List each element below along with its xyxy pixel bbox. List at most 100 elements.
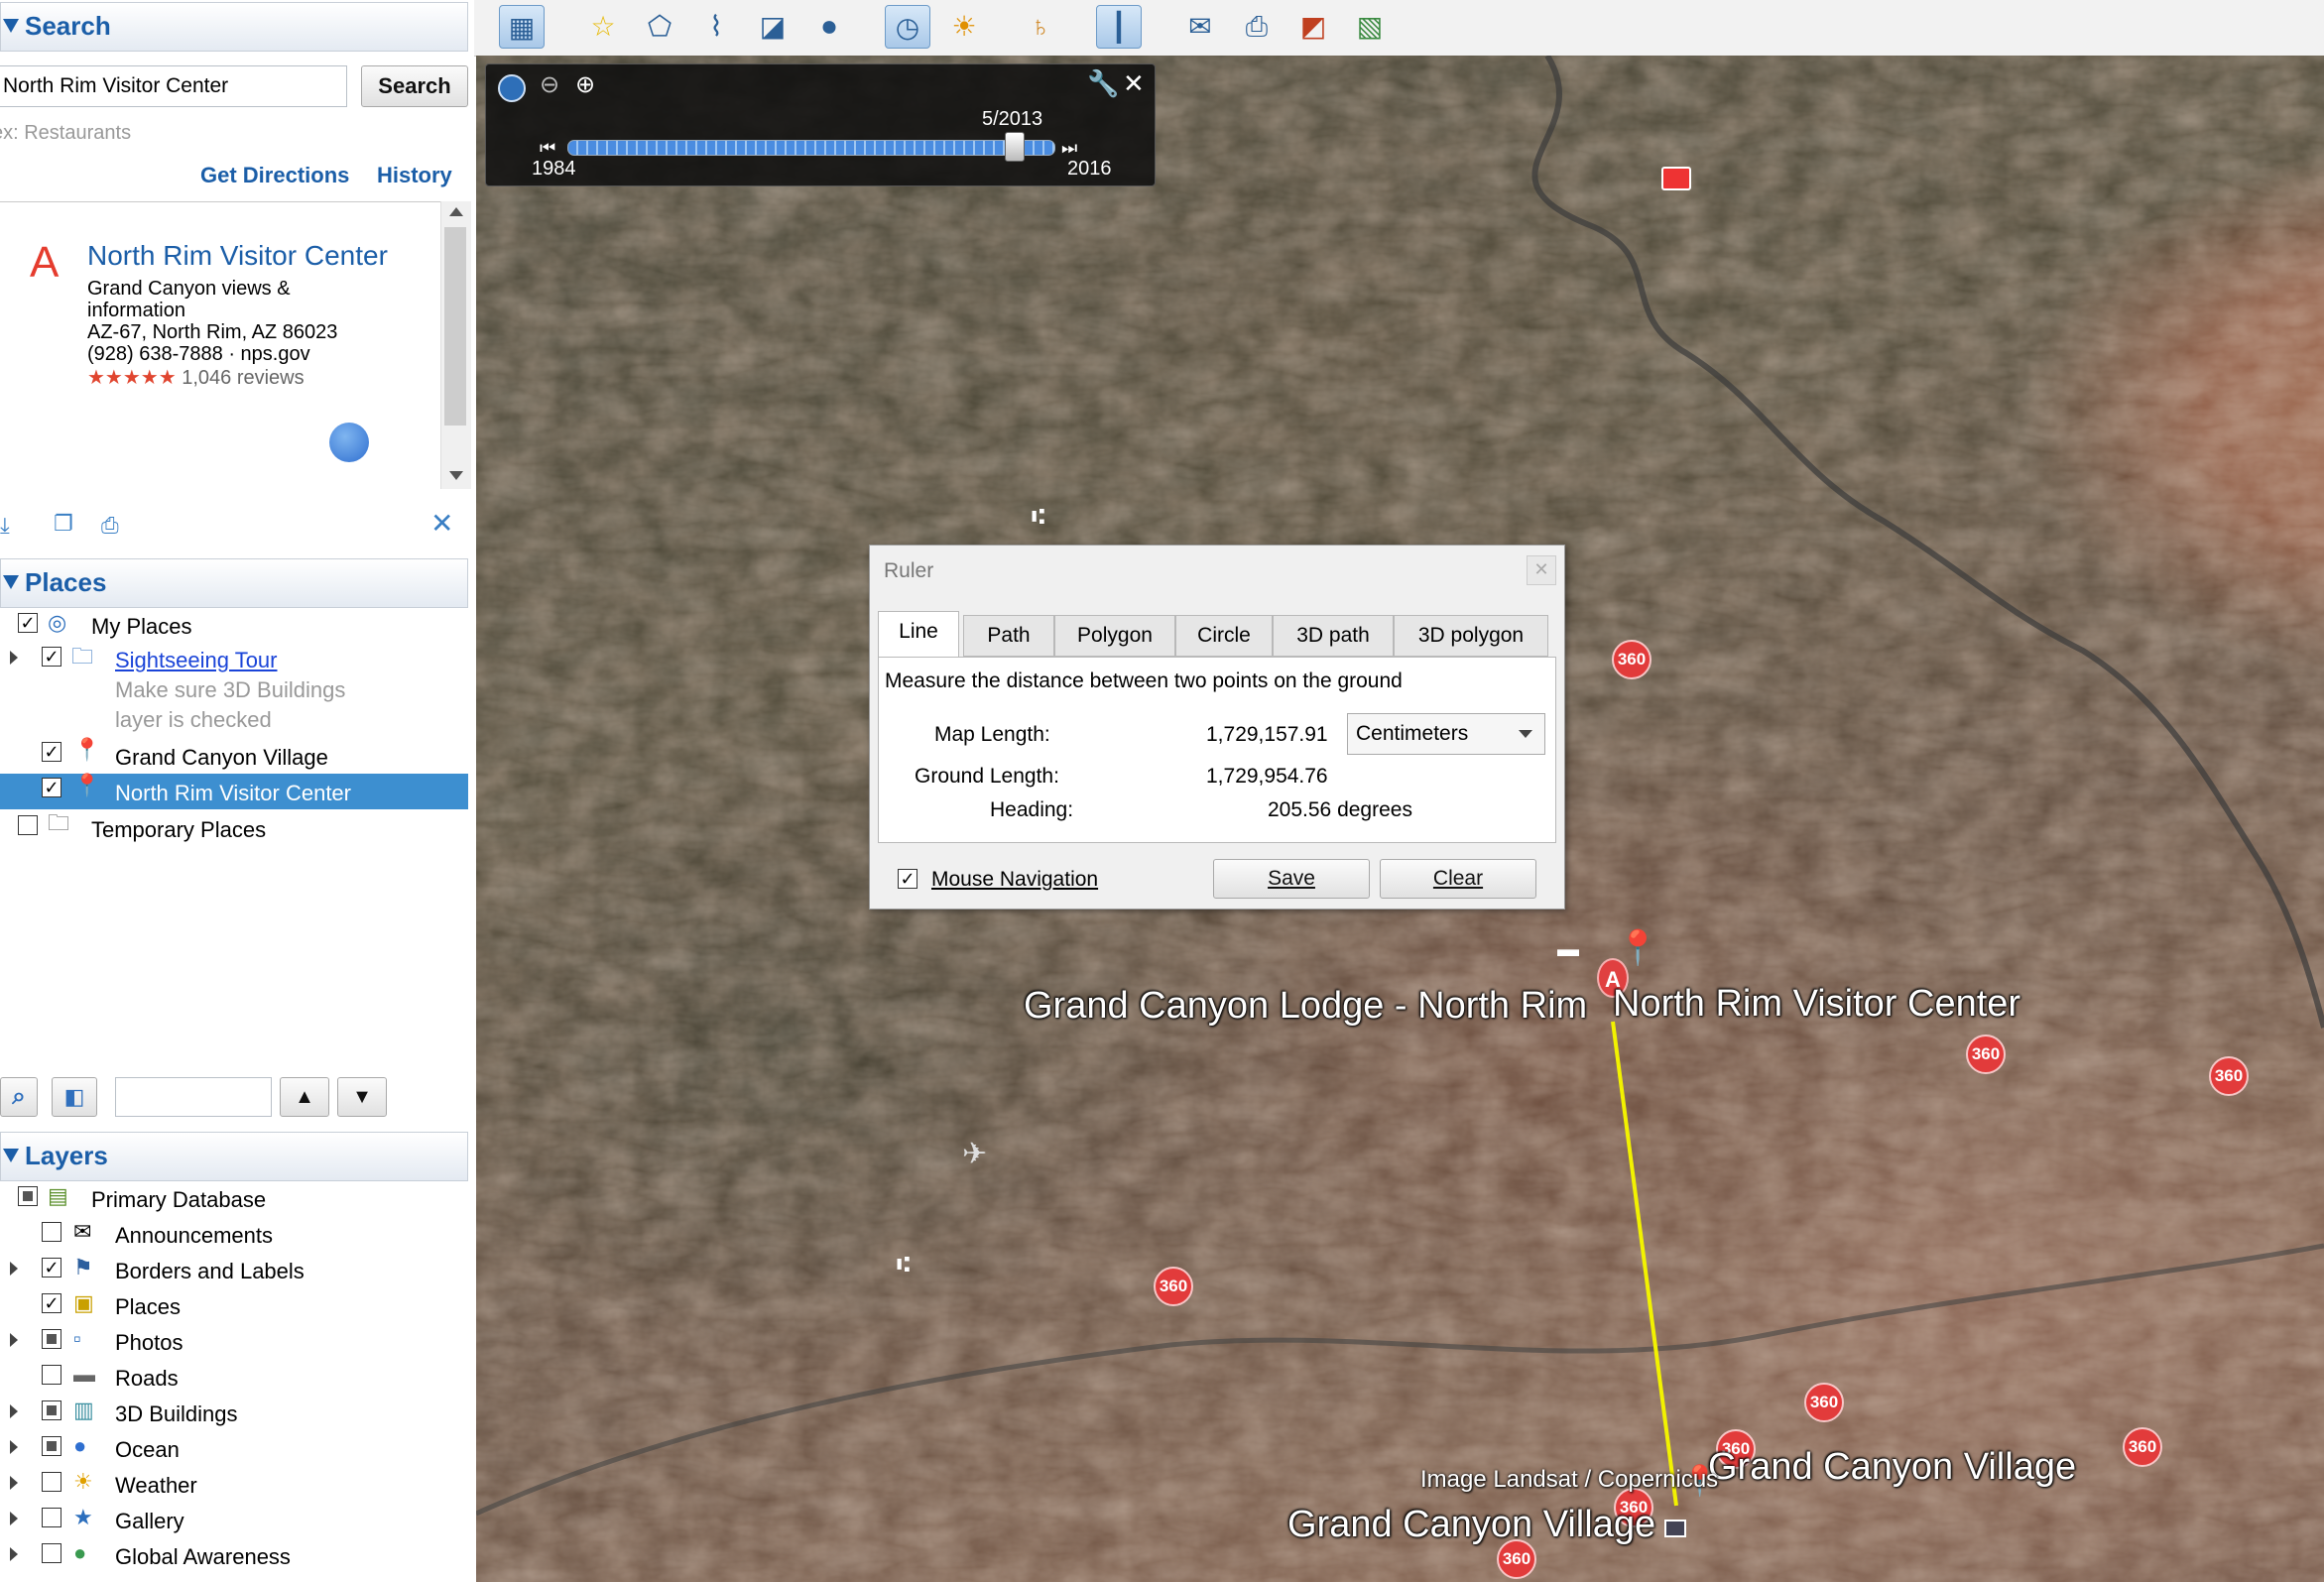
sunlight-icon[interactable]: ☀ [941,5,987,49]
tab-3d-polygon[interactable]: 3D polygon [1394,615,1548,657]
layer-gallery[interactable]: Gallery [115,1509,184,1534]
label-north-rim-visitor-center[interactable]: North Rim Visitor Center [1613,983,2020,1026]
tab-polygon[interactable]: Polygon [1054,615,1175,657]
visitor-center-checkbox[interactable]: ✓ [42,778,61,797]
temporary-places-checkbox[interactable] [18,815,38,835]
ocean-checkbox[interactable] [42,1436,61,1456]
expand-arrow-icon[interactable] [10,1440,18,1454]
move-down-button[interactable]: ▼ [337,1077,387,1117]
historical-imagery-icon[interactable]: ◷ [885,5,930,49]
search-places-icon[interactable]: ⌕ [0,1077,38,1117]
airport-marker-icon[interactable]: ✈ [962,1137,987,1171]
search-result-card[interactable]: A North Rim Visitor Center Grand Canyon … [0,201,456,490]
places-layer-checkbox[interactable]: ✓ [42,1293,61,1313]
layer-primary-database[interactable]: Primary Database [91,1187,266,1213]
add-to-places-icon[interactable]: ⤓ [0,514,10,538]
time-track[interactable] [567,140,1055,156]
clock-icon[interactable] [498,74,526,102]
layer-announcements[interactable]: Announcements [115,1223,273,1249]
unit-select[interactable]: Centimeters [1347,713,1545,755]
restaurant-marker-icon[interactable]: ⑆ [897,1252,910,1278]
email-icon[interactable]: ✉ [1177,5,1223,49]
announcements-checkbox[interactable] [42,1222,61,1242]
layer-ocean[interactable]: Ocean [115,1437,180,1463]
layer-borders-and-labels[interactable]: Borders and Labels [115,1259,305,1284]
search-panel-header[interactable]: Search [0,2,468,52]
global-awareness-checkbox[interactable] [42,1543,61,1563]
get-directions-link[interactable]: Get Directions [200,163,349,188]
expand-arrow-icon[interactable] [10,1512,18,1525]
layers-panel-header[interactable]: Layers [0,1132,468,1181]
ruler-icon[interactable]: ┃ [1096,5,1142,49]
tab-line[interactable]: Line [878,611,959,659]
primary-database-checkbox[interactable] [18,1186,38,1206]
map-view[interactable]: ⊖ ⊕ 🔧 ✕ 5/2013 ⏮ ⏭ 1984 2016 360 360 360… [476,56,2324,1582]
zoom-out-time-icon[interactable]: ⊖ [540,70,559,99]
collapse-icon[interactable] [3,19,19,33]
photo-360-marker[interactable]: 360 [1966,1034,2006,1074]
save-button[interactable]: Save [1213,859,1370,899]
expand-arrow-icon[interactable] [10,1333,18,1347]
expand-arrow-icon[interactable] [10,1547,18,1561]
lodging-marker-icon[interactable]: ▬ [1557,936,1579,962]
3d-buildings-checkbox[interactable] [42,1400,61,1420]
label-grand-canyon-lodge[interactable]: Grand Canyon Lodge - North Rim [1024,985,1587,1028]
lodging-marker-icon[interactable] [1664,1520,1686,1537]
expand-arrow-icon[interactable] [10,1404,18,1418]
panel-toggle-icon[interactable]: ◧ [52,1077,97,1117]
expand-arrow-icon[interactable] [10,651,18,665]
view-in-maps-icon[interactable]: ◩ [1290,5,1336,49]
tree-item-sightseeing-tour[interactable]: Sightseeing Tour [115,648,278,673]
photo-360-marker[interactable]: 360 [2123,1427,2162,1467]
close-icon[interactable]: ✕ [430,510,453,538]
photo-360-marker[interactable]: 360 [1612,640,1651,679]
tab-path[interactable]: Path [963,615,1054,657]
layer-global-awareness[interactable]: Global Awareness [115,1544,291,1570]
layer-3d-buildings[interactable]: 3D Buildings [115,1401,238,1427]
sightseeing-checkbox[interactable]: ✓ [42,647,61,667]
yellow-pushpin-icon[interactable]: 📍 [1617,928,1658,968]
mouse-navigation-checkbox[interactable]: ✓ [898,869,917,889]
add-overlay-icon[interactable]: ◪ [750,5,795,49]
tree-item-temporary-places[interactable]: Temporary Places [91,817,266,843]
skip-back-icon[interactable]: ⏮ [540,138,555,159]
planets-icon[interactable]: ♄ [1018,5,1063,49]
result-title[interactable]: North Rim Visitor Center [87,240,388,272]
tree-item-north-rim-visitor-center[interactable]: North Rim Visitor Center [115,781,351,806]
restaurant-marker-icon[interactable]: ⑆ [1032,504,1044,530]
move-up-button[interactable]: ▲ [280,1077,329,1117]
history-link[interactable]: History [377,163,452,188]
places-filter-input[interactable] [115,1077,272,1117]
print-icon[interactable]: ⎙ [101,514,119,538]
close-icon[interactable]: ✕ [1527,555,1556,585]
weather-checkbox[interactable] [42,1472,61,1492]
result-scrollbar[interactable] [440,201,471,489]
label-grand-canyon-village-bottom[interactable]: Grand Canyon Village [1287,1504,1655,1546]
search-input[interactable] [0,65,347,107]
time-thumb[interactable] [1004,132,1025,162]
tree-item-grand-canyon-village[interactable]: Grand Canyon Village [115,745,328,771]
gallery-checkbox[interactable] [42,1508,61,1527]
layer-roads[interactable]: Roads [115,1366,179,1392]
scroll-thumb[interactable] [444,227,466,426]
photo-360-marker[interactable]: 360 [1804,1383,1844,1422]
photo-360-marker[interactable]: 360 [2209,1056,2249,1096]
save-image-icon[interactable]: ▧ [1347,5,1393,49]
wrench-icon[interactable]: 🔧 [1087,68,1119,99]
sidebar-toggle-icon[interactable]: ▦ [499,5,545,49]
tab-3d-path[interactable]: 3D path [1273,615,1394,657]
collapse-icon[interactable] [3,1149,19,1162]
zoom-in-time-icon[interactable]: ⊕ [575,70,595,99]
photos-checkbox[interactable] [42,1329,61,1349]
expand-arrow-icon[interactable] [10,1476,18,1490]
add-polygon-icon[interactable]: ⬠ [637,5,682,49]
add-path-icon[interactable]: ⌇ [693,5,739,49]
places-panel-header[interactable]: Places [0,558,468,608]
add-placemark-icon[interactable]: ☆ [580,5,626,49]
my-places-checkbox[interactable]: ✓ [18,613,38,633]
layer-weather[interactable]: Weather [115,1473,197,1499]
borders-checkbox[interactable]: ✓ [42,1258,61,1278]
clear-button[interactable]: Clear [1380,859,1536,899]
record-tour-icon[interactable]: ⏺ [806,5,852,49]
print-icon[interactable]: ⎙ [1234,5,1280,49]
